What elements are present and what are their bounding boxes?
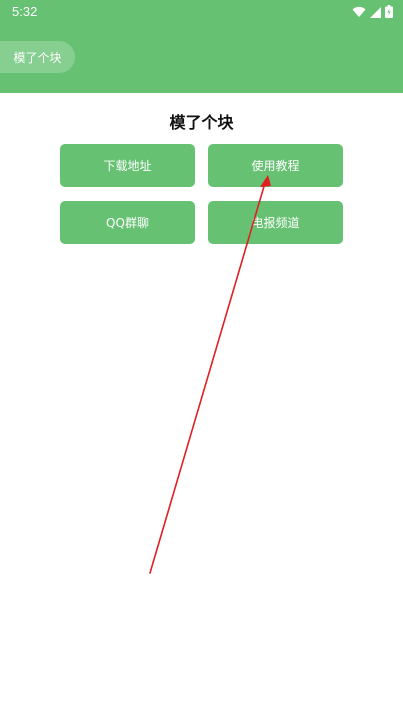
app-title-chip: 模了个块 [0, 41, 75, 73]
page-title: 模了个块 [169, 113, 234, 132]
signal-icon [370, 3, 381, 22]
battery-icon [385, 3, 393, 22]
wifi-icon [352, 3, 366, 22]
status-time: 5:32 [12, 4, 38, 19]
status-icons [352, 4, 393, 20]
telegram-channel-button[interactable]: 电报频道 [208, 201, 343, 244]
app-header: 5:32 模了个块 [0, 0, 403, 93]
tutorial-button[interactable]: 使用教程 [208, 144, 343, 187]
download-link-button[interactable]: 下载地址 [60, 144, 195, 187]
annotation-arrow [149, 175, 271, 574]
status-bar: 5:32 [0, 0, 403, 24]
qq-group-button[interactable]: QQ群聊 [60, 201, 195, 244]
